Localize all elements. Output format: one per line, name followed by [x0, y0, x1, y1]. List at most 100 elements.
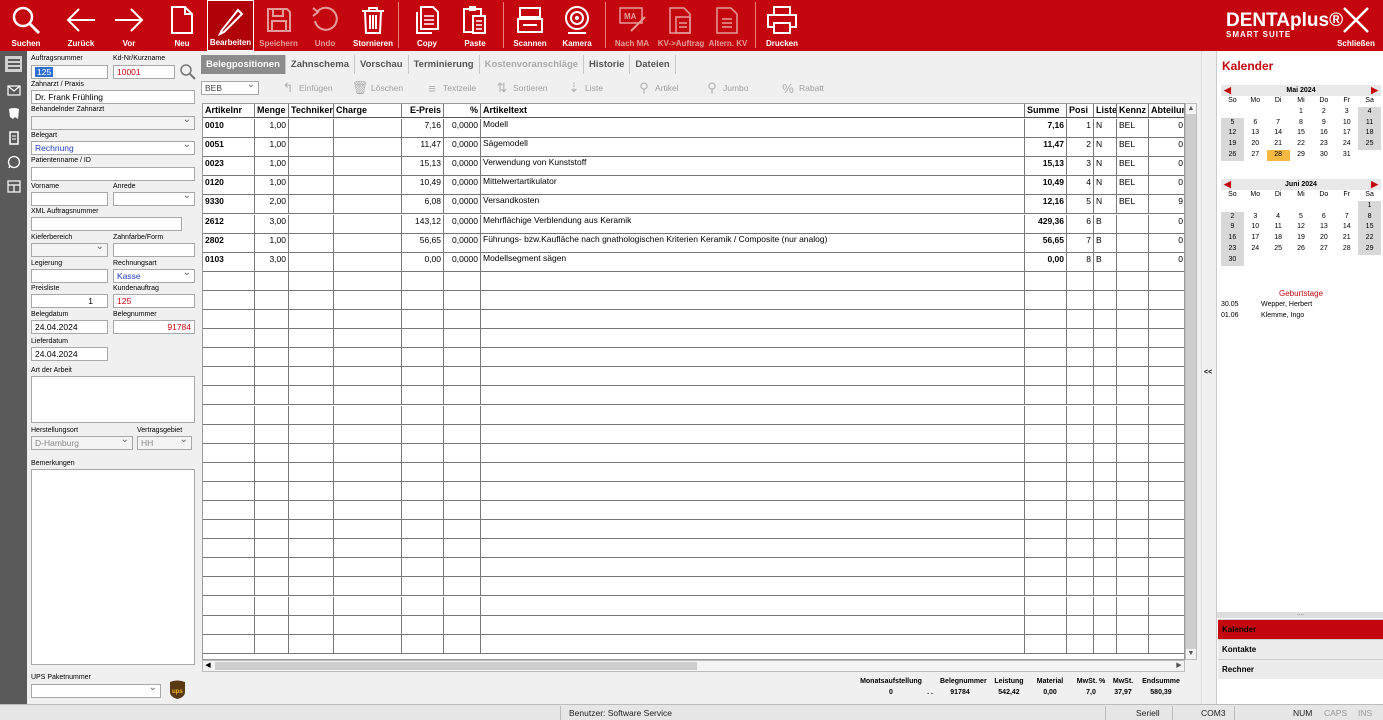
layout-icon[interactable]: [5, 178, 22, 194]
table-cell[interactable]: 0: [1149, 157, 1184, 175]
table-row[interactable]: [203, 501, 1184, 521]
table-cell[interactable]: 0,0000: [444, 138, 481, 157]
table-cell[interactable]: [1149, 406, 1184, 424]
table-cell[interactable]: 429,36: [1025, 214, 1067, 233]
table-cell[interactable]: BEL: [1117, 157, 1149, 176]
table-cell[interactable]: [1117, 214, 1149, 233]
table-cell[interactable]: 2802: [203, 233, 255, 252]
table-cell[interactable]: [289, 138, 334, 157]
table-cell[interactable]: [1025, 367, 1067, 386]
table-cell[interactable]: BEL: [1117, 119, 1149, 138]
calendar-day[interactable]: 12: [1221, 128, 1244, 140]
table-cell[interactable]: [1117, 443, 1149, 462]
table-cell[interactable]: [1149, 616, 1184, 634]
table-cell[interactable]: [334, 443, 402, 462]
table-cell[interactable]: [1117, 615, 1149, 634]
table-cell[interactable]: [203, 405, 255, 424]
table-cell[interactable]: [1025, 501, 1067, 520]
artderarbeit-textarea[interactable]: [31, 376, 195, 423]
table-row[interactable]: [203, 271, 1184, 291]
table-cell[interactable]: [334, 329, 402, 348]
calendar-day[interactable]: 15: [1290, 128, 1313, 139]
table-cell[interactable]: [203, 424, 255, 443]
table-cell[interactable]: 2612: [203, 214, 255, 233]
table-cell[interactable]: 11,47: [1025, 138, 1067, 157]
bemerkungen-textarea[interactable]: [31, 469, 195, 665]
table-cell[interactable]: 6,08: [402, 195, 444, 214]
table-cell[interactable]: [481, 348, 1025, 367]
table-cell[interactable]: [255, 348, 289, 367]
calendar-day[interactable]: 3: [1244, 212, 1267, 223]
table-cell[interactable]: [1149, 597, 1184, 615]
table-cell[interactable]: [1149, 291, 1184, 309]
table-cell[interactable]: [1149, 367, 1184, 385]
table-cell[interactable]: 0,0000: [444, 252, 481, 271]
table-cell[interactable]: [444, 290, 481, 309]
table-cell[interactable]: [444, 348, 481, 367]
table-cell[interactable]: [203, 443, 255, 462]
table-cell[interactable]: [481, 596, 1025, 615]
table-cell[interactable]: [1094, 558, 1117, 577]
table-cell[interactable]: [334, 176, 402, 195]
scroll-right-icon[interactable]: ▶: [1174, 661, 1184, 671]
nach-ma-button[interactable]: MA Nach MA: [610, 0, 654, 51]
mail-icon[interactable]: [5, 82, 22, 98]
jumbo-search-button[interactable]: ⚲ Jumbo: [705, 79, 748, 97]
table-cell[interactable]: 0: [1149, 215, 1184, 233]
kundenauftrag-field[interactable]: 125: [113, 294, 195, 308]
grid-horizontal-scrollbar[interactable]: ◀ ▶: [202, 660, 1185, 672]
calendar-day[interactable]: 19: [1221, 139, 1244, 150]
article-search-button[interactable]: ⚲ Artikel: [637, 79, 678, 97]
save-button[interactable]: Speichern: [256, 0, 301, 51]
table-cell[interactable]: [1025, 520, 1067, 539]
table-row[interactable]: 0010 1,00 7,16 0,0000 Modell 7,16 1 N BEL 0: [203, 119, 1184, 139]
table-cell[interactable]: [255, 501, 289, 520]
table-cell[interactable]: [255, 367, 289, 386]
search-button[interactable]: Suchen: [4, 0, 48, 51]
table-cell[interactable]: [481, 329, 1025, 348]
table-cell[interactable]: [255, 329, 289, 348]
table-cell[interactable]: [481, 501, 1025, 520]
calendar-day[interactable]: 19: [1290, 233, 1313, 244]
table-cell[interactable]: [289, 481, 334, 500]
table-cell[interactable]: [402, 615, 444, 634]
calendar-day[interactable]: 22: [1290, 139, 1313, 150]
table-cell[interactable]: [1149, 272, 1184, 290]
table-row[interactable]: [203, 634, 1184, 654]
table-cell[interactable]: [289, 596, 334, 615]
table-cell[interactable]: [334, 577, 402, 596]
table-cell[interactable]: [481, 520, 1025, 539]
table-cell[interactable]: [444, 634, 481, 653]
calendar-day[interactable]: 9: [1312, 118, 1335, 129]
table-cell[interactable]: 0,0000: [444, 214, 481, 233]
delete-button[interactable]: 🗑 Löschen: [352, 79, 403, 97]
table-cell[interactable]: [1117, 290, 1149, 309]
table-cell[interactable]: [1117, 329, 1149, 348]
table-cell[interactable]: [289, 634, 334, 653]
table-cell[interactable]: [203, 348, 255, 367]
table-cell[interactable]: 10,49: [1025, 176, 1067, 195]
table-cell[interactable]: [1094, 596, 1117, 615]
tab-historie[interactable]: Historie: [584, 55, 631, 74]
calendar-day[interactable]: 26: [1290, 244, 1313, 255]
prev-month-icon[interactable]: ◀: [1221, 85, 1234, 96]
calendar-day[interactable]: 5: [1290, 212, 1313, 223]
table-cell[interactable]: [444, 386, 481, 405]
table-cell[interactable]: [255, 520, 289, 539]
table-cell[interactable]: 0,0000: [444, 195, 481, 214]
grid-header-cell[interactable]: Techniker: [289, 104, 334, 117]
table-cell[interactable]: [289, 367, 334, 386]
table-cell[interactable]: 0,00: [402, 252, 444, 271]
table-cell[interactable]: [1117, 577, 1149, 596]
table-cell[interactable]: [289, 329, 334, 348]
calendar-day[interactable]: 4: [1358, 106, 1381, 118]
anrede-dropdown[interactable]: [113, 192, 195, 206]
insert-button[interactable]: ↰ Einfügen: [281, 79, 333, 97]
table-cell[interactable]: [1025, 424, 1067, 443]
table-cell[interactable]: [1025, 481, 1067, 500]
table-cell[interactable]: [481, 539, 1025, 558]
calendar-day[interactable]: 25: [1358, 139, 1381, 150]
table-cell[interactable]: [289, 157, 334, 176]
calendar-day[interactable]: 11: [1267, 222, 1290, 233]
table-row[interactable]: 0051 1,00 11,47 0,0000 Sägemodell 11,47 2 N BEL 0: [203, 138, 1184, 158]
